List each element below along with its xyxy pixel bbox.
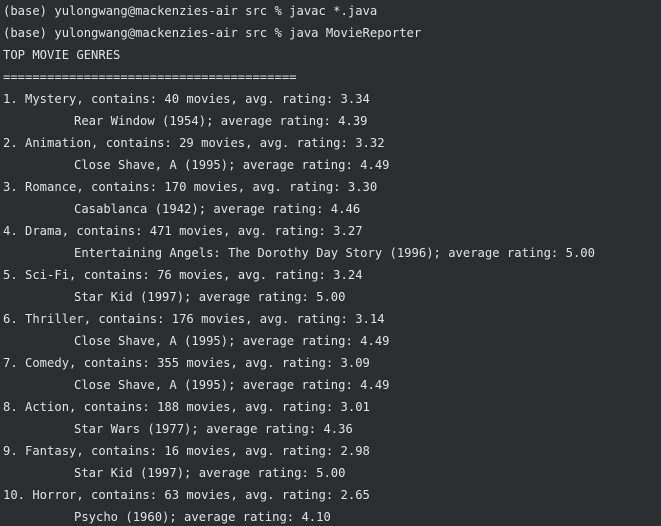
top-movie-line: Close Shave, A (1995); average rating: 4… [74,158,390,172]
top-movie-line: Star Kid (1997); average rating: 5.00 [74,466,346,480]
top-movie-line: Star Kid (1997); average rating: 5.00 [74,290,346,304]
command-line: (base) yulongwang@mackenzies-air src % j… [3,26,422,40]
report-title: TOP MOVIE GENRES [3,48,121,62]
genre-line: 1. Mystery, contains: 40 movies, avg. ra… [3,92,370,106]
top-movie-line: Entertaining Angels: The Dorothy Day Sto… [74,246,595,260]
top-movie-line: Star Wars (1977); average rating: 4.36 [74,422,353,436]
genre-line: 7. Comedy, contains: 355 movies, avg. ra… [3,356,370,370]
command-line: (base) yulongwang@mackenzies-air src % j… [3,4,378,18]
top-movie-line: Psycho (1960); average rating: 4.10 [74,510,331,524]
top-movie-line: Casablanca (1942); average rating: 4.46 [74,202,361,216]
genre-line: 8. Action, contains: 188 movies, avg. ra… [3,400,370,414]
genre-line: 10. Horror, contains: 63 movies, avg. ra… [3,488,370,502]
genre-line: 2. Animation, contains: 29 movies, avg. … [3,136,385,150]
report-divider: ======================================== [3,70,297,84]
terminal-output: (base) yulongwang@mackenzies-air src % j… [3,0,595,526]
top-movie-line: Close Shave, A (1995); average rating: 4… [74,334,390,348]
genre-line: 4. Drama, contains: 471 movies, avg. rat… [3,224,363,238]
genre-line: 9. Fantasy, contains: 16 movies, avg. ra… [3,444,370,458]
top-movie-line: Close Shave, A (1995); average rating: 4… [74,378,390,392]
genre-line: 6. Thriller, contains: 176 movies, avg. … [3,312,385,326]
genre-line: 5. Sci-Fi, contains: 76 movies, avg. rat… [3,268,363,282]
genre-line: 3. Romance, contains: 170 movies, avg. r… [3,180,378,194]
top-movie-line: Rear Window (1954); average rating: 4.39 [74,114,368,128]
terminal-window[interactable]: (base) yulongwang@mackenzies-air src % j… [0,0,661,526]
